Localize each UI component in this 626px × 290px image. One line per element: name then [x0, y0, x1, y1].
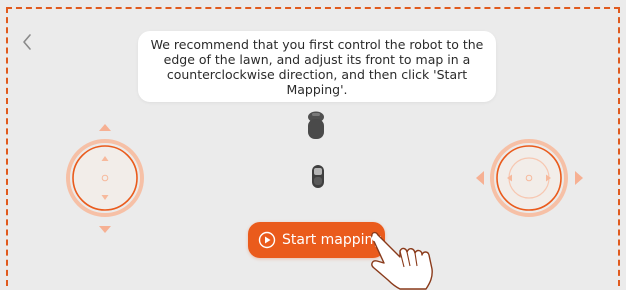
joystick-inner-ring [496, 145, 562, 211]
instruction-tooltip: We recommend that you first control the … [138, 31, 496, 102]
up-arrow-icon[interactable] [99, 124, 111, 131]
vertical-joystick[interactable] [62, 120, 148, 238]
chevron-left-icon[interactable] [18, 31, 38, 53]
down-arrow-icon[interactable] [99, 226, 111, 233]
joystick-inner-ring [72, 145, 138, 211]
app-screen: We recommend that you first control the … [0, 0, 626, 290]
robot-mower-icon [308, 111, 324, 139]
instruction-text: We recommend that you first control the … [150, 36, 484, 97]
left-arrow-icon[interactable] [476, 171, 484, 185]
start-mapping-button[interactable]: Start mapping [248, 222, 385, 258]
tap-hand-icon [371, 231, 433, 290]
play-circle-icon [258, 231, 276, 249]
horizontal-joystick[interactable] [473, 128, 586, 228]
right-arrow-icon[interactable] [575, 171, 583, 185]
robot-position-icon [312, 165, 324, 188]
